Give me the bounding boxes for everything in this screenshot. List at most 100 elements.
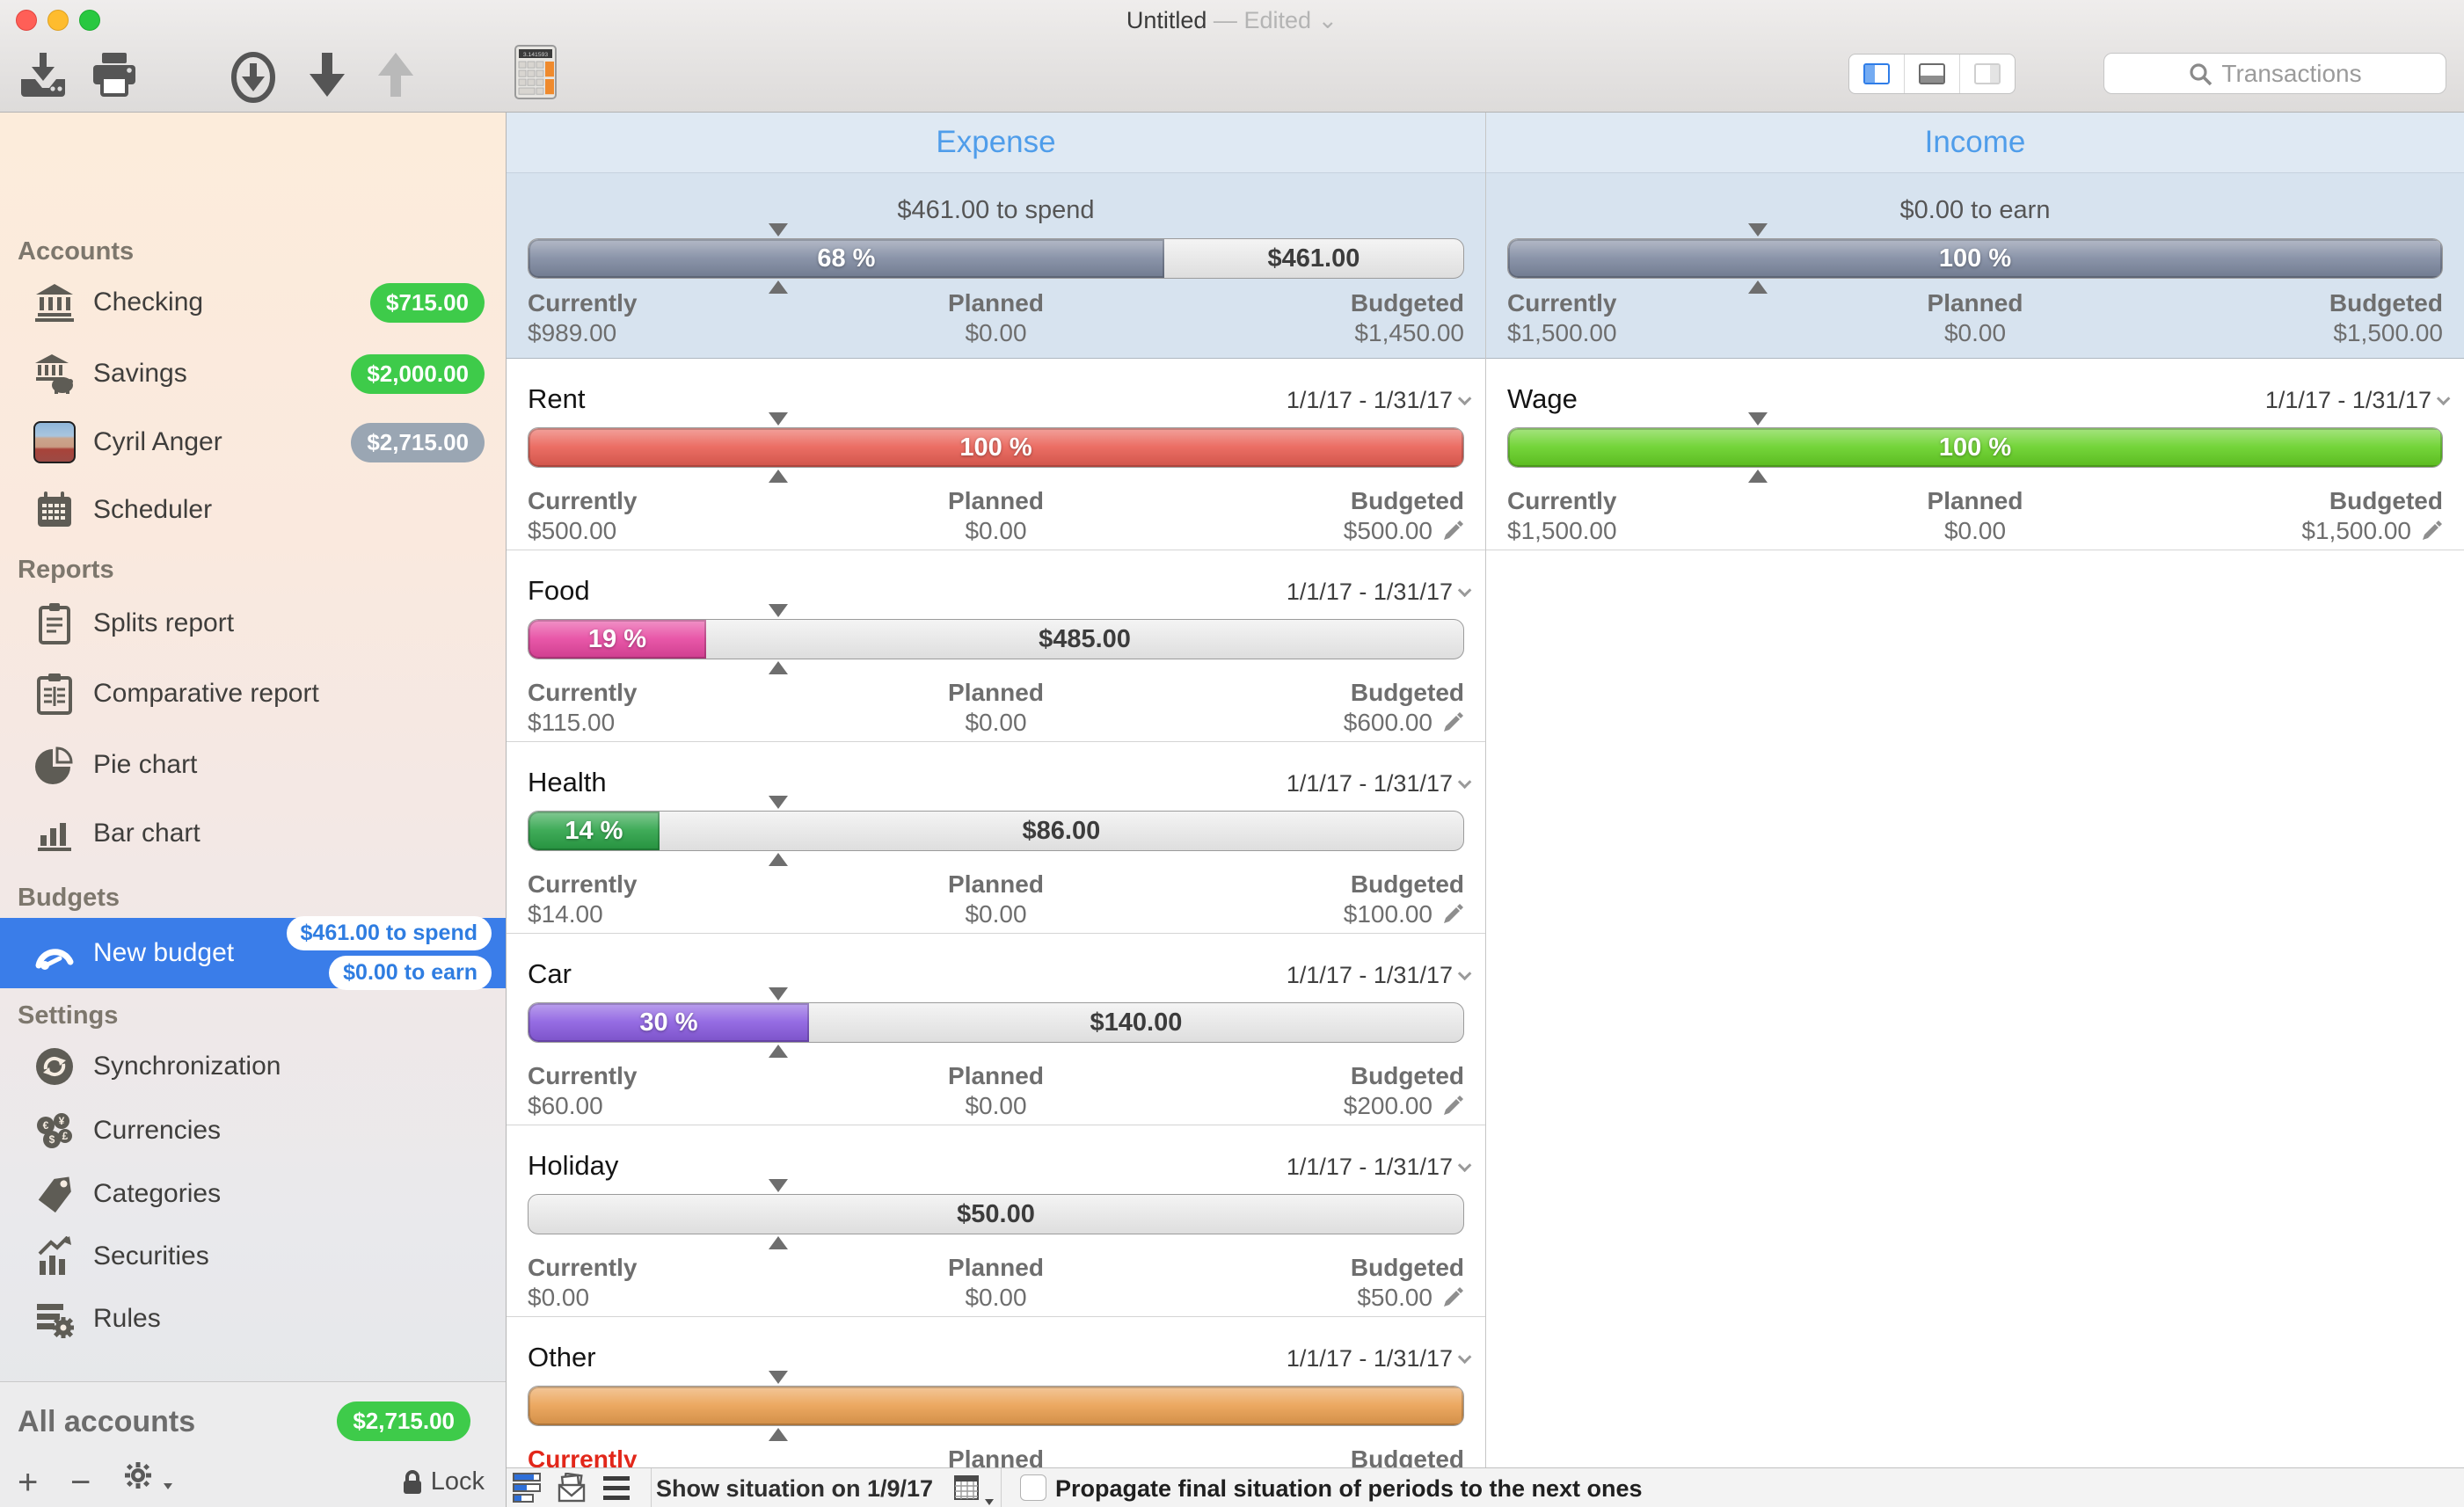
income-column: Income $0.00 to earn 100 % CurrentlyPlan… (1486, 113, 2464, 1507)
print-icon[interactable] (90, 51, 139, 101)
planned-marker-top[interactable] (769, 604, 788, 617)
sidebar-item-savings[interactable]: Savings $2,000.00 (0, 339, 506, 409)
sidebar-item-rules[interactable]: Rules (0, 1284, 506, 1354)
total-balance-badge: $2,715.00 (337, 1401, 470, 1441)
view-sidebar-segment[interactable] (1849, 55, 1905, 93)
planned-marker-bottom[interactable] (769, 1236, 788, 1249)
sidebar-item-cyril-anger[interactable]: Cyril Anger $2,715.00 (0, 407, 506, 477)
edit-pencil-icon[interactable] (1441, 1286, 1464, 1309)
sidebar-item-bar-chart[interactable]: Bar chart (0, 798, 506, 869)
edit-pencil-icon[interactable] (1441, 1095, 1464, 1118)
edit-pencil-icon[interactable] (1441, 711, 1464, 734)
planned-marker-bottom[interactable] (769, 470, 788, 483)
planned-marker-bottom[interactable] (769, 1045, 788, 1058)
planned-marker-top[interactable] (769, 987, 788, 1001)
menu-hamburger-icon[interactable] (603, 1476, 633, 1505)
setting-label: Categories (93, 1179, 506, 1209)
edit-pencil-icon[interactable] (1441, 520, 1464, 542)
category-name: Health (528, 767, 607, 798)
planned-marker-top[interactable] (769, 1179, 788, 1192)
category-progress-bar: 19 %$485.00 (528, 619, 1464, 659)
planned-marker-bottom[interactable] (769, 853, 788, 866)
period-selector[interactable]: 1/1/17 - 1/31/17 (1287, 770, 1468, 797)
calculator-icon[interactable]: 3.141593 (512, 44, 561, 106)
move-down-icon[interactable] (308, 51, 346, 103)
sidebar-item-synchronization[interactable]: Synchronization (0, 1031, 506, 1102)
planned-marker-top[interactable] (769, 1371, 788, 1384)
income-header: Income (1486, 113, 2464, 173)
remove-account-button[interactable]: − (70, 1467, 91, 1498)
income-summary: $0.00 to earn 100 % CurrentlyPlannedBudg… (1486, 173, 2464, 359)
budgeted-value: $50.00 (1357, 1284, 1432, 1312)
income-subtitle: $0.00 to earn (1486, 196, 2464, 225)
planned-value: $0.00 (840, 709, 1152, 737)
setting-label: Rules (93, 1304, 506, 1334)
sidebar-item-checking[interactable]: Checking $715.00 (0, 267, 506, 338)
lock-button[interactable]: Lock (401, 1467, 485, 1496)
category-name: Car (528, 958, 572, 990)
bar-chart-icon (32, 814, 77, 853)
sidebar-item-currencies[interactable]: €¥$£ Currencies (0, 1096, 506, 1166)
edit-pencil-icon[interactable] (1441, 903, 1464, 926)
export-envelope-icon[interactable] (556, 1473, 589, 1507)
report-label: Bar chart (93, 819, 506, 848)
balance-badge: $715.00 (370, 283, 485, 323)
account-label: Checking (93, 288, 370, 317)
chevron-down-icon (1458, 584, 1472, 598)
period-selector[interactable]: 1/1/17 - 1/31/17 (1287, 1345, 1468, 1372)
currently-value: $989.00 (528, 319, 840, 347)
view-bottom-pane-segment[interactable] (1905, 55, 1960, 93)
tag-icon (32, 1174, 77, 1214)
svg-text:3.141593: 3.141593 (523, 52, 549, 58)
period-selector[interactable]: 1/1/17 - 1/31/17 (1287, 579, 1468, 606)
budget-bars-view-icon[interactable] (513, 1473, 546, 1507)
planned-marker-top[interactable] (1748, 412, 1768, 426)
view-right-pane-segment[interactable] (1960, 55, 2015, 93)
chevron-down-icon (984, 1497, 995, 1506)
setting-label: Synchronization (93, 1052, 506, 1081)
sidebar-item-splits-report[interactable]: Splits report (0, 588, 506, 659)
show-situation-label: Show situation on 1/9/17 (656, 1475, 933, 1503)
edit-pencil-icon[interactable] (2420, 520, 2443, 542)
planned-value: $0.00 (840, 900, 1152, 928)
calendar-icon (32, 490, 77, 530)
export-download-icon[interactable] (18, 51, 69, 101)
sidebar-item-pie-chart[interactable]: Pie chart (0, 730, 506, 800)
add-account-button[interactable]: + (18, 1467, 38, 1498)
balance-badge: $2,000.00 (351, 354, 485, 394)
balance-badge: $2,715.00 (351, 423, 485, 462)
planned-marker-top[interactable] (769, 223, 788, 237)
window-title: Untitled — Edited ⌄ (0, 7, 2464, 34)
planned-marker-top[interactable] (1748, 223, 1768, 237)
calendar-picker-button[interactable] (954, 1475, 995, 1506)
sidebar-item-scheduler[interactable]: Scheduler (0, 475, 506, 545)
currently-value: $0.00 (528, 1284, 840, 1312)
transactions-search-field[interactable]: Transactions (2103, 53, 2446, 94)
sidebar-item-securities[interactable]: Securities (0, 1221, 506, 1292)
sidebar-item-categories[interactable]: Categories (0, 1159, 506, 1229)
income-summary-progress-bar: 100 % (1507, 238, 2443, 279)
period-selector[interactable]: 1/1/17 - 1/31/17 (1287, 387, 1468, 414)
planned-marker-top[interactable] (769, 412, 788, 426)
planned-marker-bottom[interactable] (769, 1428, 788, 1441)
planned-marker-bottom[interactable] (769, 661, 788, 674)
period-selector[interactable]: 1/1/17 - 1/31/17 (1287, 1154, 1468, 1181)
section-reports: Reports (18, 556, 114, 585)
to-spend-badge: $461.00 to spend (287, 916, 492, 950)
propagate-checkbox[interactable] (1020, 1474, 1046, 1501)
chevron-down-icon (1458, 1350, 1472, 1365)
period-selector[interactable]: 1/1/17 - 1/31/17 (2265, 387, 2446, 414)
sidebar-item-comparative-report[interactable]: Comparative report (0, 659, 506, 729)
category-row-car: Car 1/1/17 - 1/31/17 30 %$140.00 Current… (507, 934, 1485, 1125)
move-up-icon-disabled (376, 51, 415, 103)
planned-marker-top[interactable] (769, 796, 788, 809)
category-name: Holiday (528, 1150, 618, 1182)
budgeted-value: $500.00 (1344, 517, 1432, 545)
planned-marker-bottom[interactable] (1748, 470, 1768, 483)
actions-gear-button[interactable] (123, 1460, 173, 1495)
sidebar-item-new-budget[interactable]: New budget $461.00 to spend $0.00 to ear… (0, 918, 506, 988)
comparative-report-icon (32, 673, 77, 715)
planned-value: $0.00 (840, 319, 1152, 347)
period-selector[interactable]: 1/1/17 - 1/31/17 (1287, 962, 1468, 989)
import-circle-down-icon[interactable] (230, 51, 276, 108)
